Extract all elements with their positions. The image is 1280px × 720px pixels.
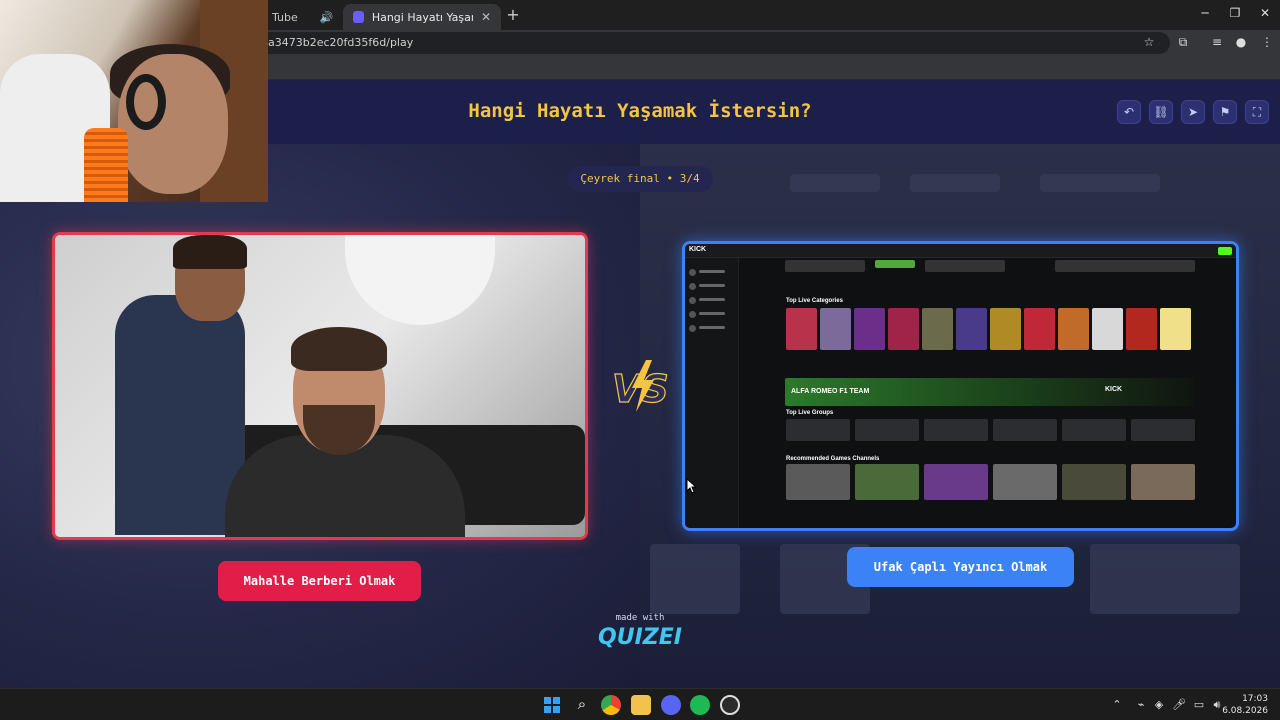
mouse-cursor-icon bbox=[686, 478, 696, 494]
minimize-icon[interactable]: ─ bbox=[1190, 6, 1220, 20]
windows-taskbar: ⌕ ⌃ ⌁ ◈ 🎤︎ ▭ 🔊︎ 17:03 6.08.2026 bbox=[0, 688, 1280, 720]
banner-brand: KICK bbox=[1105, 386, 1123, 393]
network-icon[interactable]: ⌁ bbox=[1134, 698, 1148, 711]
banner-text: ALFA ROMEO F1 TEAM bbox=[791, 388, 870, 395]
option-card-left[interactable] bbox=[52, 232, 588, 540]
new-tab-button[interactable]: + bbox=[503, 5, 523, 25]
tab-label: Hangi Hayatı Yaşamak İstersin? bbox=[371, 10, 473, 24]
link-button[interactable]: ⛓ bbox=[1149, 100, 1173, 124]
display-icon[interactable]: ▭ bbox=[1192, 698, 1206, 711]
barber-photo bbox=[55, 235, 585, 537]
microphone-icon[interactable]: 🎤︎ bbox=[1172, 698, 1186, 711]
windows-start-icon[interactable] bbox=[542, 695, 562, 715]
option-card-right[interactable]: KICK Top Live Categories ALFA ROMEO F1 T… bbox=[682, 241, 1239, 531]
menu-dots-icon[interactable]: ⋮ bbox=[1258, 35, 1276, 49]
tab-label: Tube bbox=[272, 10, 298, 24]
speaker-icon: 🔊 bbox=[319, 10, 334, 24]
report-flag-button[interactable]: ⚑ bbox=[1213, 100, 1237, 124]
tray-chevron-icon[interactable]: ⌃ bbox=[1110, 698, 1124, 711]
clock-date: 6.08.2026 bbox=[1222, 706, 1268, 716]
kick-signup-button bbox=[1218, 247, 1232, 255]
undo-button[interactable]: ↶ bbox=[1117, 100, 1141, 124]
media-icon[interactable]: ≡ bbox=[1208, 35, 1226, 49]
favicon-icon bbox=[353, 11, 364, 23]
address-bar[interactable]: a3473b2ec20fd35f6d/play bbox=[250, 32, 1170, 54]
fullscreen-button[interactable]: ⛶ bbox=[1245, 100, 1269, 124]
close-window-icon[interactable]: ✕ bbox=[1250, 6, 1280, 20]
left-option-button[interactable]: Mahalle Berberi Olmak bbox=[218, 561, 421, 601]
webcam-overlay bbox=[0, 0, 268, 202]
round-indicator: Çeyrek final • 3/4 bbox=[567, 166, 713, 192]
security-icon[interactable]: ◈ bbox=[1152, 698, 1166, 711]
kick-recommended-heading: Recommended Games Channels bbox=[786, 456, 880, 462]
url-text: a3473b2ec20fd35f6d/play bbox=[268, 36, 414, 49]
right-option-button[interactable]: Ufak Çaplı Yayıncı Olmak bbox=[847, 547, 1074, 587]
kick-categories-heading: Top Live Categories bbox=[786, 298, 843, 304]
bookmark-star-icon[interactable]: ☆ bbox=[1140, 35, 1158, 49]
kick-sponsor-banner: ALFA ROMEO F1 TEAM KICK bbox=[785, 378, 1195, 406]
search-icon[interactable]: ⌕ bbox=[572, 695, 592, 715]
discord-icon[interactable] bbox=[661, 695, 681, 715]
made-with-label: made with bbox=[615, 613, 665, 623]
tab-youtube[interactable]: Tube 🔊 ✕ bbox=[262, 4, 352, 30]
close-tab-icon[interactable]: ✕ bbox=[481, 10, 491, 24]
kick-screenshot: KICK Top Live Categories ALFA ROMEO F1 T… bbox=[685, 244, 1236, 528]
kick-groups-heading: Top Live Groups bbox=[786, 410, 834, 416]
extensions-icon[interactable]: ⧉ bbox=[1174, 35, 1192, 50]
profile-avatar[interactable]: ● bbox=[1232, 35, 1250, 49]
share-button[interactable]: ➤ bbox=[1181, 100, 1205, 124]
system-clock[interactable]: 17:03 6.08.2026 bbox=[1222, 693, 1268, 717]
chrome-icon[interactable] bbox=[601, 695, 621, 715]
kick-logo: KICK bbox=[689, 246, 707, 253]
clock-time: 17:03 bbox=[1242, 694, 1268, 704]
spotify-icon[interactable] bbox=[690, 695, 710, 715]
maximize-icon[interactable]: ❐ bbox=[1220, 6, 1250, 20]
versus-icon: VS bbox=[611, 360, 669, 412]
file-explorer-icon[interactable] bbox=[631, 695, 651, 715]
brand-logo[interactable]: QUIZEI bbox=[592, 625, 688, 650]
tab-active-quiz[interactable]: Hangi Hayatı Yaşamak İstersin? ✕ bbox=[343, 4, 501, 30]
obs-icon[interactable] bbox=[720, 695, 740, 715]
